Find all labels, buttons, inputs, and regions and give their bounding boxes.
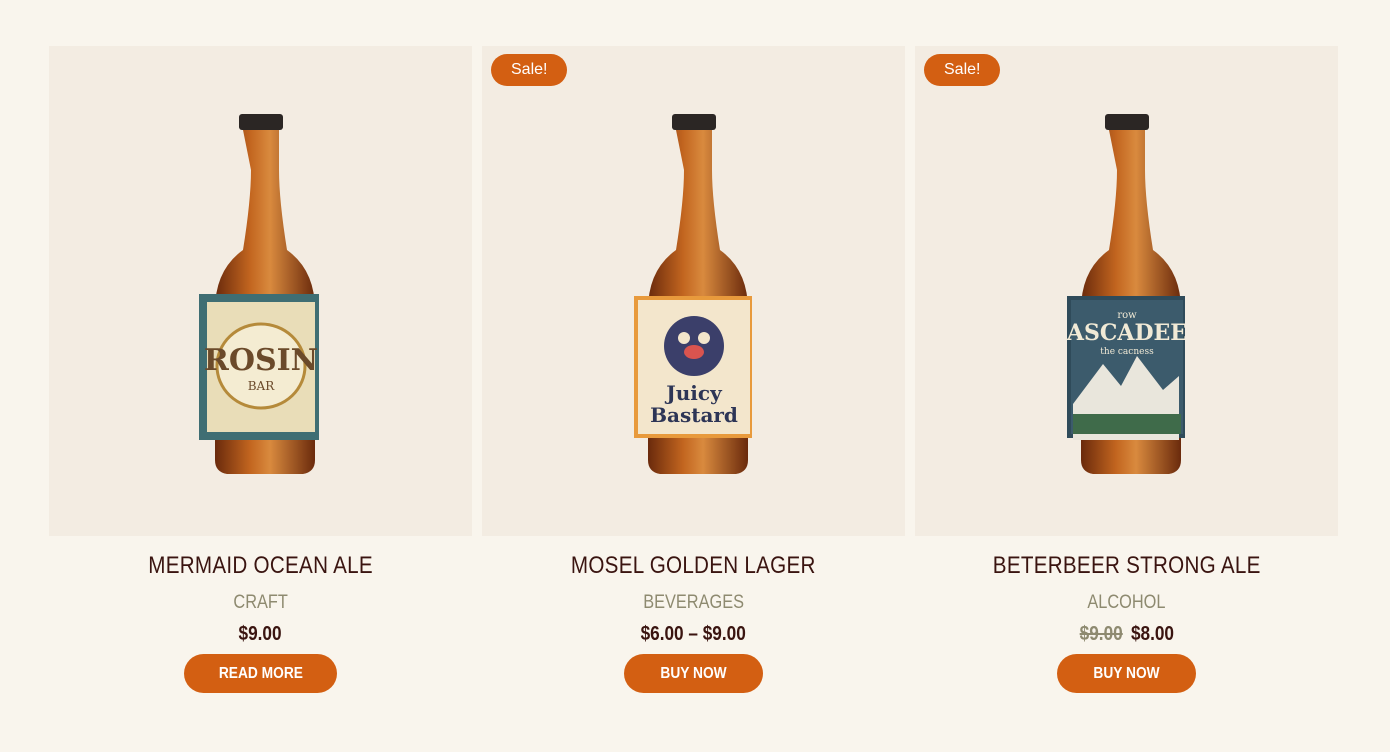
button-label: BUY NOW (1093, 664, 1160, 682)
product-card: ROSIN BAR MERMAID OCEAN ALE CRAFT $9.00 … (49, 46, 472, 693)
bottle-label-subtext: BAR (247, 379, 274, 393)
beer-bottle-image: ROSIN BAR (198, 114, 319, 474)
product-title[interactable]: MERMAID OCEAN ALE (148, 552, 373, 580)
price-range: $6.00 – $9.00 (640, 623, 747, 645)
product-image[interactable]: ROSIN BAR (49, 46, 472, 536)
product-grid: ROSIN BAR MERMAID OCEAN ALE CRAFT $9.00 … (49, 46, 1338, 693)
original-price: $9.00 (1079, 623, 1123, 645)
product-image[interactable]: Sale! Juicy Bastard (482, 46, 905, 536)
current-price: $9.00 (238, 623, 283, 645)
product-price: $6.00 – $9.00 (641, 623, 746, 646)
product-price: $9.00 $8.00 (1079, 623, 1173, 646)
product-card: Sale! row ASCADEE the cacness BETERBEER … (915, 46, 1338, 693)
bottle-label-text: ROSIN (203, 343, 317, 378)
beer-bottle-image: Juicy Bastard (633, 114, 752, 474)
beer-bottle-image: row ASCADEE the cacness (1065, 114, 1185, 474)
read-more-button[interactable]: READ MORE (184, 654, 337, 693)
product-category[interactable]: BEVERAGES (643, 592, 744, 614)
product-category[interactable]: CRAFT (233, 592, 287, 614)
product-title[interactable]: MOSEL GOLDEN LAGER (571, 552, 816, 580)
bottle-label-subtext: the cacness (1100, 347, 1154, 357)
buy-now-button[interactable]: BUY NOW (624, 654, 763, 693)
bottle-label-text: ASCADEE (1065, 320, 1184, 346)
sale-badge: Sale! (491, 54, 568, 86)
product-title[interactable]: BETERBEER STRONG ALE (993, 552, 1261, 580)
button-label: BUY NOW (660, 664, 727, 682)
product-image[interactable]: Sale! row ASCADEE the cacness (915, 46, 1338, 536)
sale-badge: Sale! (924, 54, 1001, 86)
product-category[interactable]: ALCOHOL (1087, 592, 1165, 614)
bottle-label-text: Juicy (664, 381, 723, 405)
product-card: Sale! Juicy Bastard MOSEL GOLDEN LAGER B… (482, 46, 905, 693)
product-price: $9.00 (239, 623, 282, 646)
sale-price: $8.00 (1130, 623, 1174, 645)
buy-now-button[interactable]: BUY NOW (1057, 654, 1196, 693)
button-label: READ MORE (218, 664, 303, 682)
bottle-label-subtext: Bastard (650, 403, 738, 427)
